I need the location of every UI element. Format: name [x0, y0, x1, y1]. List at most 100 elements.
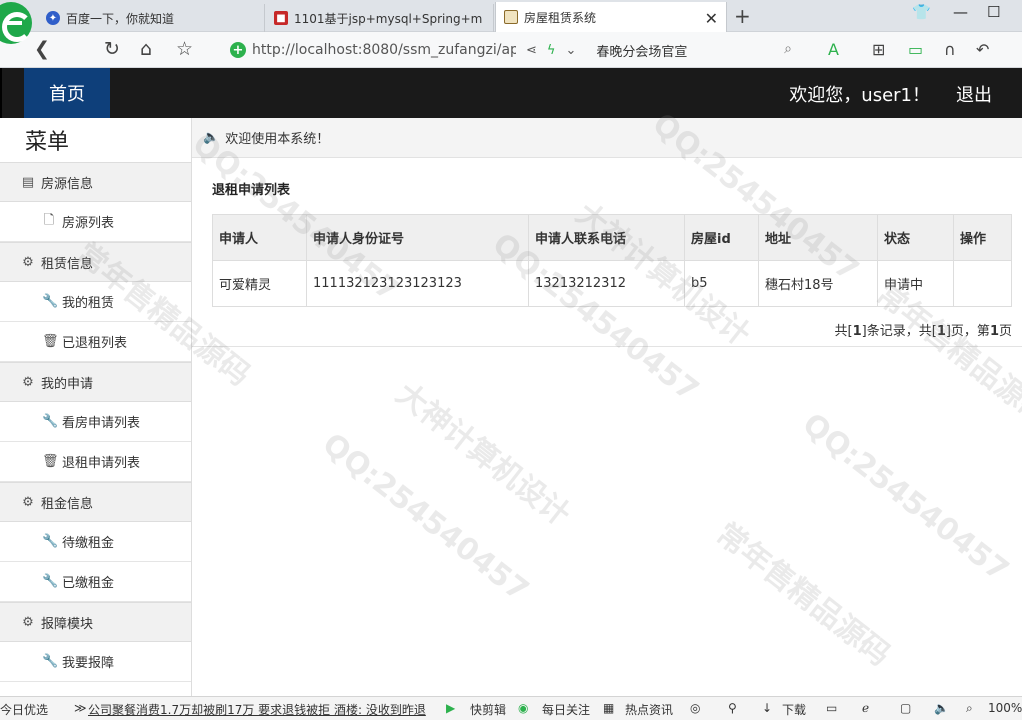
- new-tab-icon[interactable]: +: [734, 4, 751, 28]
- browser-tab-strip: ✦ 百度一下，你就知道 ■ 1101基于jsp+mysql+Spring+m 房…: [0, 0, 1022, 44]
- headphones-icon[interactable]: ∩: [944, 40, 956, 59]
- page-count: 1: [936, 324, 946, 339]
- chevrons-icon: ≫: [74, 701, 87, 715]
- chevron-down-icon[interactable]: ⌄: [565, 43, 576, 58]
- trash-icon: 🗑: [42, 454, 59, 469]
- column-header: 状态: [877, 214, 954, 261]
- play-icon: ▶: [446, 701, 456, 715]
- translate-icon[interactable]: A: [828, 40, 839, 59]
- browser-tab-baidu[interactable]: ✦ 百度一下，你就知道: [40, 4, 265, 32]
- table-header-row: 申请人 申请人身份证号 申请人联系电话 房屋id 地址 状态 操作: [212, 214, 1012, 261]
- home-icon[interactable]: ⌂: [140, 38, 152, 60]
- welcome-text: 欢迎您，user1！: [789, 85, 930, 106]
- shirt-icon[interactable]: 👕: [912, 3, 931, 21]
- gear-icon: ⚙: [22, 614, 34, 630]
- wrench-icon: 🔧: [42, 414, 59, 429]
- gear-icon: ⚙: [22, 494, 34, 510]
- apps-icon[interactable]: ⊞: [872, 40, 885, 59]
- pin-icon[interactable]: ⚲: [728, 701, 737, 715]
- wrench-icon: 🔧: [42, 294, 59, 309]
- download-icon: ↓: [762, 701, 773, 715]
- menu-item-report-fault[interactable]: 🔧 我要报障: [0, 642, 191, 682]
- app-navbar: 首页 欢迎您，user1！ 退出: [0, 68, 1022, 118]
- url-text[interactable]: http://localhost:8080/ssm_zufangzi/app: [252, 42, 516, 58]
- page-icon: [504, 10, 518, 24]
- menu-group-applications[interactable]: ⚙ 我的申请: [0, 362, 191, 402]
- column-header: 申请人身份证号: [306, 214, 529, 261]
- cell-phone: 13213212312: [528, 260, 685, 307]
- hot-search-text[interactable]: 春晚分会场官宣: [596, 41, 687, 60]
- browser-tab-active[interactable]: 房屋租赁系统 ✕: [495, 2, 727, 32]
- notice-bar: 🔈 欢迎使用本系统！: [192, 118, 1022, 158]
- menu-item-rent-paid[interactable]: 🔧 已缴租金: [0, 562, 191, 602]
- url-field[interactable]: + http://localhost:8080/ssm_zufangzi/app…: [230, 37, 800, 63]
- sidebar-menu: 菜单 ▤ 房源信息 🗋 房源列表 ⚙ 租赁信息 🔧 我的租赁 🗑 已退租列表 ⚙…: [0, 118, 192, 696]
- globe-icon[interactable]: ◎: [690, 701, 700, 715]
- menu-group-rental[interactable]: ⚙ 租赁信息: [0, 242, 191, 282]
- bookmark-icon: ■: [274, 11, 288, 25]
- current-page: 1: [989, 324, 999, 339]
- download-link[interactable]: 下载: [782, 701, 806, 718]
- menu-item-listing-list[interactable]: 🗋 房源列表: [0, 202, 191, 242]
- share-icon[interactable]: ⋖: [526, 43, 537, 58]
- menu-item-rent-due[interactable]: 🔧 待缴租金: [0, 522, 191, 562]
- pagination-summary: 共[1]条记录，共[1]页，第1页: [835, 320, 1012, 339]
- maximize-icon[interactable]: ☐: [987, 3, 1000, 21]
- lightning-icon[interactable]: ϟ: [547, 43, 556, 58]
- wrench-icon: 🔧: [42, 654, 59, 669]
- menu-item-label: 看房申请列表: [62, 416, 141, 431]
- list-icon: ▤: [21, 174, 35, 190]
- logout-link[interactable]: 退出: [956, 81, 992, 107]
- wrench-icon: 🔧: [42, 534, 59, 549]
- menu-item-viewing-requests[interactable]: 🔧 看房申请列表: [0, 402, 191, 442]
- menu-group-listings[interactable]: ▤ 房源信息: [0, 162, 191, 202]
- main-content: 🔈 欢迎使用本系统！ 退租申请列表 申请人 申请人身份证号 申请人联系电话 房屋…: [192, 118, 1022, 696]
- window-icon[interactable]: ▢: [900, 701, 911, 715]
- gear-icon: ⚙: [22, 374, 34, 390]
- menu-item-label: 我要报障: [62, 656, 115, 671]
- gear-icon: ⚙: [22, 254, 34, 270]
- menu-group-rent[interactable]: ⚙ 租金信息: [0, 482, 191, 522]
- back-icon[interactable]: ❮: [34, 38, 50, 60]
- refresh-icon[interactable]: ↻: [104, 38, 120, 60]
- menu-group-repairs[interactable]: ⚙ 报障模块: [0, 602, 191, 642]
- table-row: 可爱精灵 111132123123123123 13213212312 b5 穗…: [212, 260, 1012, 307]
- ie-icon[interactable]: ℯ: [862, 701, 869, 715]
- address-bar: ❮ ↻ ⌂ ☆ + http://localhost:8080/ssm_zufa…: [0, 32, 1022, 68]
- cell-applicant: 可爱精灵: [212, 260, 307, 307]
- search-icon[interactable]: ⌕: [784, 41, 792, 57]
- speaker-icon: 🔈: [203, 130, 220, 145]
- menu-group-label: 房源信息: [41, 176, 94, 192]
- browser-tab-project[interactable]: ■ 1101基于jsp+mysql+Spring+m: [266, 4, 494, 32]
- volume-icon[interactable]: 🔈: [934, 701, 949, 715]
- minimize-icon[interactable]: —: [953, 3, 968, 21]
- zoom-search-icon[interactable]: ⌕: [966, 701, 973, 716]
- window-icon[interactable]: ▭: [826, 701, 837, 715]
- termination-request-table: 申请人 申请人身份证号 申请人联系电话 房屋id 地址 状态 操作 可爱精灵 1…: [212, 214, 1012, 307]
- browser-logo-icon: [0, 2, 32, 44]
- tab-title: 1101基于jsp+mysql+Spring+m: [294, 11, 483, 26]
- column-header: 操作: [953, 214, 1012, 261]
- column-header: 申请人: [212, 214, 307, 261]
- column-header: 申请人联系电话: [528, 214, 685, 261]
- news-ticker-link[interactable]: 公司聚餐消费1.7万却被刷17万 要求退钱被拒 酒楼: 没收到昨退: [88, 701, 432, 718]
- circle-play-icon: ◉: [518, 701, 529, 715]
- hot-news-link[interactable]: 热点资讯: [625, 701, 673, 718]
- daily-follow-link[interactable]: 每日关注: [542, 701, 590, 718]
- undo-icon[interactable]: ↶: [976, 40, 989, 59]
- close-icon[interactable]: ✕: [705, 9, 718, 28]
- menu-item-my-rentals[interactable]: 🔧 我的租赁: [0, 282, 191, 322]
- menu-group-label: 租金信息: [41, 496, 94, 512]
- battery-icon[interactable]: ▭: [908, 40, 923, 59]
- cell-status: 申请中: [877, 260, 954, 307]
- today-pick-link[interactable]: 今日优选: [0, 701, 48, 718]
- cell-actions[interactable]: [953, 260, 1012, 307]
- column-header: 房屋id: [684, 214, 759, 261]
- nav-home-link[interactable]: 首页: [24, 68, 110, 118]
- zoom-level[interactable]: 100%: [988, 701, 1022, 715]
- quick-edit-link[interactable]: 快剪辑: [470, 701, 506, 718]
- menu-item-termination-requests[interactable]: 🗑 退租申请列表: [0, 442, 191, 482]
- menu-item-label: 房源列表: [62, 216, 115, 231]
- star-icon[interactable]: ☆: [176, 38, 193, 60]
- menu-item-ended-rentals[interactable]: 🗑 已退租列表: [0, 322, 191, 362]
